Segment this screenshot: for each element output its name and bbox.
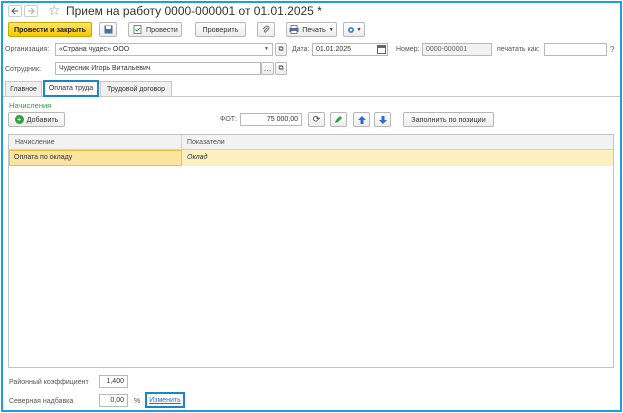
organization-value: «Страна чудес» ООО xyxy=(59,46,130,53)
open-link-icon: ⧉ xyxy=(278,45,284,53)
tab-main[interactable]: Главное xyxy=(5,81,42,96)
northern-allowance-value: 0,00 xyxy=(110,397,124,404)
chevron-down-icon: ▼ xyxy=(328,26,334,33)
district-coefficient-label: Районный коэффициент xyxy=(9,379,89,386)
table-header: Начисление Показатели xyxy=(9,135,613,150)
paperclip-icon xyxy=(262,25,270,33)
add-accrual-button[interactable]: + Добавить xyxy=(8,112,65,127)
tab-employment-contract[interactable]: Трудовой договор xyxy=(100,81,172,96)
date-value: 01.01.2025 xyxy=(316,46,352,53)
refresh-button[interactable]: ⟳ xyxy=(308,112,325,127)
arrow-left-icon xyxy=(11,7,18,15)
refresh-icon: ⟳ xyxy=(312,114,321,124)
northern-allowance-label: Северная надбавка xyxy=(9,398,74,405)
employee-open-button[interactable]: ⧉ xyxy=(275,62,287,75)
accruals-section-title: Начисления xyxy=(9,101,52,110)
plus-icon: + xyxy=(14,115,24,124)
employee-field[interactable]: Чудесник Игорь Витальевич xyxy=(55,62,261,75)
employee-label: Сотрудник: xyxy=(5,66,41,73)
organization-open-button[interactable]: ⧉ xyxy=(275,43,287,56)
employee-select-button[interactable]: … xyxy=(261,62,274,75)
save-icon xyxy=(104,25,112,34)
window-title: Прием на работу 0000-000001 от 01.01.202… xyxy=(66,4,322,18)
print-as-label: печатать как: xyxy=(497,46,540,53)
post-button-label: Провести xyxy=(146,25,178,34)
more-actions-button[interactable]: ▼ xyxy=(343,22,365,37)
district-coefficient-value: 1,400 xyxy=(106,378,124,385)
number-value: 0000-000001 xyxy=(426,46,468,53)
change-link-label: Изменить xyxy=(149,396,181,404)
fot-label: ФОТ: xyxy=(220,116,237,123)
arrow-up-icon xyxy=(357,115,366,124)
fot-field[interactable]: 75 000,00 xyxy=(240,113,302,126)
print-button[interactable]: Печать ▼ xyxy=(286,22,337,37)
column-divider xyxy=(181,135,182,150)
back-button[interactable] xyxy=(8,5,22,17)
print-button-label: Печать xyxy=(302,25,326,34)
printer-icon xyxy=(289,25,299,34)
attach-button[interactable] xyxy=(257,22,275,37)
move-up-button[interactable] xyxy=(353,112,370,127)
edit-button[interactable] xyxy=(330,112,347,127)
row-indicator: Оклад xyxy=(187,154,208,161)
district-coefficient-field[interactable]: 1,400 xyxy=(99,375,128,388)
ellipsis-icon: … xyxy=(263,64,272,73)
organization-field[interactable]: «Страна чудес» ООО xyxy=(55,43,273,56)
column-header-indicators[interactable]: Показатели xyxy=(187,139,225,146)
accruals-table: Начисление Показатели Оплата по окладу О… xyxy=(8,134,614,368)
northern-allowance-field[interactable]: 0,00 xyxy=(99,394,128,407)
post-and-close-button[interactable]: Провести и закрыть xyxy=(8,22,92,37)
employee-value: Чудесник Игорь Витальевич xyxy=(59,65,151,72)
post-icon xyxy=(133,25,142,34)
save-button[interactable] xyxy=(99,22,117,37)
favorite-star-icon[interactable]: ☆ xyxy=(48,3,61,17)
tab-payroll[interactable]: Оплата труда xyxy=(43,80,99,97)
check-button[interactable]: Проверить xyxy=(195,22,246,37)
fot-value: 75 000,00 xyxy=(266,116,298,123)
add-accrual-label: Добавить xyxy=(26,115,59,124)
post-button[interactable]: Провести xyxy=(128,22,182,37)
calendar-icon[interactable] xyxy=(377,45,386,54)
move-down-button[interactable] xyxy=(374,112,391,127)
chevron-down-icon: ▼ xyxy=(356,26,362,33)
fill-by-position-button[interactable]: Заполнить по позиции xyxy=(403,112,494,127)
open-link-icon: ⧉ xyxy=(278,64,284,72)
forward-button[interactable] xyxy=(24,5,38,17)
number-field[interactable]: 0000-000001 xyxy=(422,43,492,56)
column-header-accrual[interactable]: Начисление xyxy=(15,139,55,146)
date-label: Дата: xyxy=(292,46,310,53)
organization-dropdown-icon[interactable]: ▼ xyxy=(264,46,269,52)
pencil-icon xyxy=(335,116,342,123)
row-accrual-name: Оплата по окладу xyxy=(14,154,73,161)
change-link[interactable]: Изменить xyxy=(145,392,185,408)
arrow-right-icon xyxy=(28,7,35,15)
help-link[interactable]: ? xyxy=(610,45,614,54)
percent-label: % xyxy=(134,398,141,405)
print-as-field[interactable] xyxy=(544,43,607,56)
number-label: Номер: xyxy=(396,46,420,53)
organization-label: Организация: xyxy=(5,46,50,53)
table-row[interactable]: Оплата по окладу Оклад xyxy=(9,150,613,166)
arrow-down-icon xyxy=(378,115,387,124)
gear-icon xyxy=(347,26,354,33)
